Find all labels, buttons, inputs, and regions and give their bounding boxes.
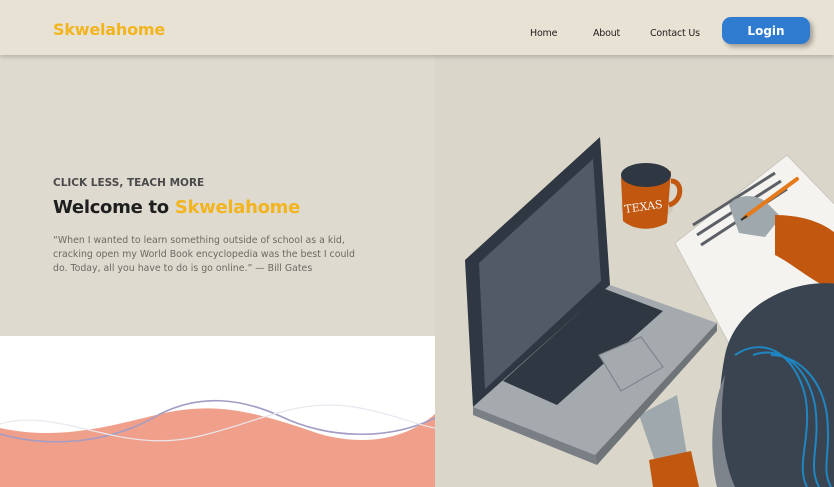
brand-logo[interactable]: Skwelahome (53, 20, 165, 39)
wave-fill (0, 408, 435, 487)
coffee-mug-icon: TEXAS (621, 163, 683, 229)
top-navbar: Skwelahome Home About Contact Us Login (0, 0, 834, 55)
hero-eyebrow: CLICK LESS, TEACH MORE (53, 177, 205, 189)
nav-home-link[interactable]: Home (530, 28, 557, 39)
headline-prefix: Welcome to (53, 197, 169, 218)
hero-section: CLICK LESS, TEACH MORE Welcome to Skwela… (0, 55, 435, 336)
nav-about-link[interactable]: About (593, 28, 620, 39)
nav-contact-link[interactable]: Contact Us (650, 28, 700, 39)
login-button[interactable]: Login (722, 17, 810, 44)
headline-brand: Skwelahome (174, 197, 301, 218)
hero-headline: Welcome to Skwelahome (53, 197, 300, 218)
hero-quote: “When I wanted to learn something outsid… (53, 235, 355, 274)
hero-illustration: TEXAS (435, 55, 834, 487)
wave-decoration (0, 336, 435, 487)
left-hand-icon (639, 395, 699, 487)
